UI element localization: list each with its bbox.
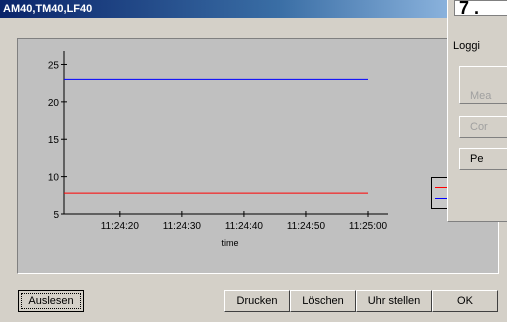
x-tick-label: 11:24:40 xyxy=(225,221,264,232)
x-tick-label: 11:24:30 xyxy=(163,221,202,232)
read-button[interactable]: Auslesen xyxy=(18,290,84,312)
x-tick-label: 11:24:20 xyxy=(101,221,140,232)
x-tick-label: 11:24:50 xyxy=(287,221,326,232)
y-tick-label: 10 xyxy=(48,173,60,184)
y-tick-label: 15 xyxy=(48,135,60,146)
chart-panel: 5 10 15 20 25 11:24:20 11:24:30 11:24:40 11:24:5… xyxy=(17,38,499,274)
print-button[interactable]: Drucken xyxy=(224,290,290,312)
overlay-logging-label: Loggi xyxy=(453,40,480,52)
y-tick-label: 20 xyxy=(48,98,60,109)
ok-button[interactable]: OK xyxy=(432,290,498,312)
y-tick-label: 5 xyxy=(53,210,59,221)
set-clock-button[interactable]: Uhr stellen xyxy=(356,290,432,312)
x-tick-label: 11:25:00 xyxy=(349,221,388,232)
delete-button[interactable]: Löschen xyxy=(290,290,356,312)
overlay-cor-button[interactable]: Cor xyxy=(459,116,507,138)
overlay-value-display: 7 . xyxy=(454,0,507,16)
overlay-pe-button[interactable]: Pe xyxy=(459,148,507,170)
y-tick-label: 25 xyxy=(48,60,60,71)
overlay-measure-button[interactable]: Mea xyxy=(459,66,507,104)
overlay-panel: 7 . Loggi Mea Cor Pe xyxy=(447,0,507,222)
x-axis-label: time xyxy=(221,238,238,248)
window-title: AM40,TM40,LF40 xyxy=(0,0,507,18)
line-chart: 5 10 15 20 25 11:24:20 11:24:30 11:24:40 11:24:5… xyxy=(48,51,388,248)
